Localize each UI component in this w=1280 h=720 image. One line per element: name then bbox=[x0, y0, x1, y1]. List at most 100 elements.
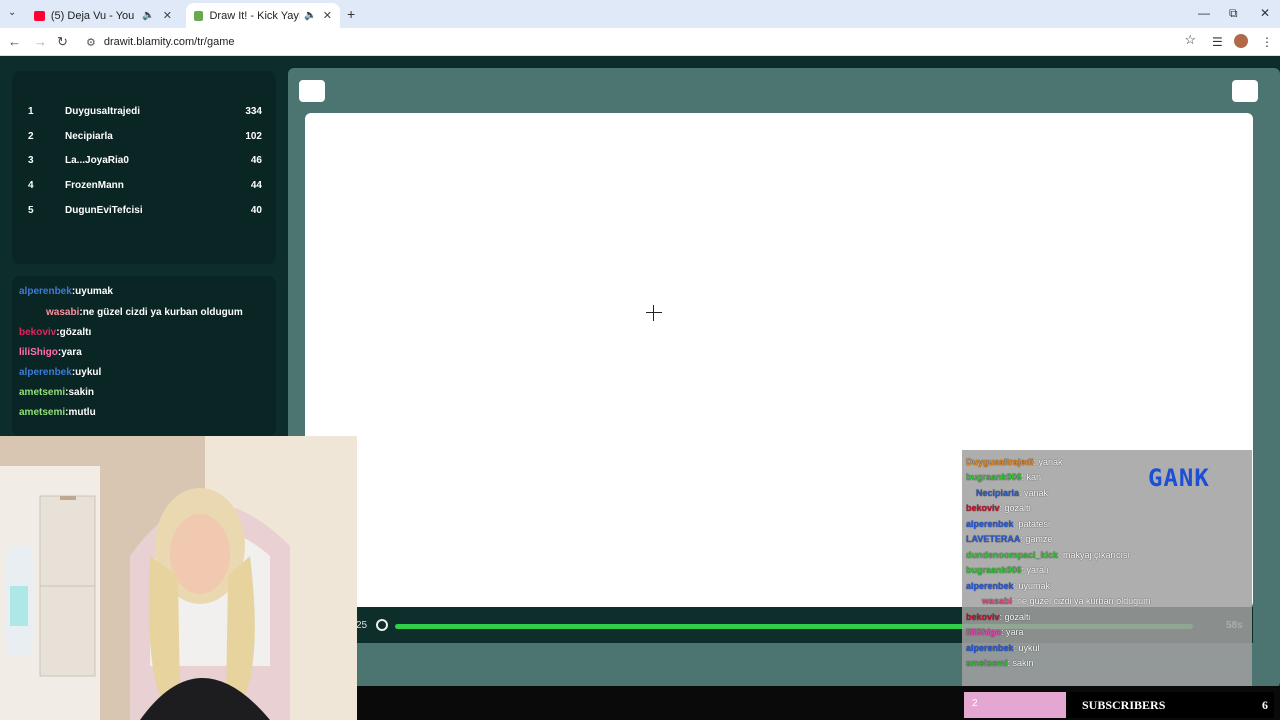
chat-user: bekoviv bbox=[19, 327, 57, 338]
close-window-icon[interactable]: ✕ bbox=[1260, 6, 1270, 20]
url-text: drawit.blamity.com/tr/game bbox=[103, 36, 235, 48]
chat-panel: alperenbek:uyumak wasabi:ne güzel cizdi … bbox=[12, 276, 276, 436]
overlay-user: alperenbek bbox=[966, 581, 1014, 591]
overlay-user: Necipiarla bbox=[976, 488, 1020, 498]
overlay-text: : patatesi bbox=[1013, 519, 1051, 529]
chat-user: ametsemi bbox=[19, 387, 66, 398]
player-name: Necipiarla bbox=[65, 131, 113, 142]
overlay-user: liliShigo bbox=[966, 627, 1001, 637]
menu-dots-icon[interactable]: ⋮ bbox=[1261, 35, 1273, 49]
media-control-icon[interactable]: ☰ bbox=[1212, 35, 1223, 49]
overlay-text: : yanak bbox=[1019, 488, 1049, 498]
overlay-user: bekoviv bbox=[966, 612, 1000, 622]
overlay-user: alperenbek bbox=[966, 643, 1014, 653]
chat-user: alperenbek bbox=[19, 367, 72, 378]
overlay-user: bugraank006 bbox=[966, 472, 1022, 482]
overlay-message: wasabi: ne güzel cizdi ya kurban oldugum bbox=[982, 596, 1151, 606]
tab-drawit[interactable]: Draw It! - Kick Yayınları İçin 🔈 ✕ bbox=[186, 3, 340, 28]
chat-user: liliShigo bbox=[19, 347, 58, 358]
overlay-user: bekoviv bbox=[966, 503, 1000, 513]
speaker-icon[interactable]: 🔈 bbox=[304, 10, 316, 21]
overlay-message: LAVETERAA: gamze bbox=[966, 534, 1052, 544]
leaderboard-row: 4 FrozenMann 44 bbox=[28, 180, 262, 196]
chat-user: alperenbek bbox=[19, 286, 72, 297]
overlay-text: : ne güzel cizdi ya kurban oldugum bbox=[1012, 596, 1151, 606]
back-icon[interactable]: ← bbox=[8, 34, 21, 49]
rank: 1 bbox=[28, 106, 34, 117]
overlay-text: : yaralı bbox=[1021, 565, 1049, 575]
chat-text: :sakin bbox=[65, 387, 95, 398]
chat-message: alperenbek:uyumak bbox=[19, 286, 113, 297]
rank: 3 bbox=[28, 155, 34, 166]
minimize-icon[interactable]: — bbox=[1198, 6, 1210, 20]
site-settings-icon[interactable]: ⚙ bbox=[86, 36, 96, 49]
score: 44 bbox=[250, 180, 262, 191]
board-left-button[interactable] bbox=[299, 80, 325, 102]
speaker-icon[interactable]: 🔈 bbox=[142, 10, 154, 21]
chat-text: :uyumak bbox=[71, 286, 113, 297]
overlay-text: : gözaltı bbox=[999, 503, 1032, 513]
tab-title: (5) Deja Vu - YouTube bbox=[50, 9, 135, 22]
overlay-message: bekoviv: gözaltı bbox=[966, 503, 1031, 513]
overlay-message: dundenoompaci_kick: makyaj çıkarıcısı bbox=[966, 550, 1130, 560]
tab-title: Draw It! - Kick Yayınları İçin bbox=[209, 9, 301, 22]
profile-avatar[interactable] bbox=[1234, 34, 1248, 48]
chat-user: ametsemi bbox=[19, 407, 66, 418]
new-tab-icon[interactable]: + bbox=[347, 6, 355, 22]
overlay-logo: GANK bbox=[1148, 464, 1210, 492]
rank: 4 bbox=[28, 180, 34, 191]
overlay-text: : yanak bbox=[1033, 457, 1063, 467]
player-name: FrozenMann bbox=[65, 180, 124, 191]
close-icon[interactable]: ✕ bbox=[163, 9, 172, 22]
overlay-text: : kan bbox=[1021, 472, 1042, 482]
overlay-user: LAVETERAA bbox=[966, 534, 1021, 544]
rank: 5 bbox=[28, 205, 34, 216]
board-right-button[interactable] bbox=[1232, 80, 1258, 102]
crosshair-icon bbox=[646, 305, 662, 321]
chat-message: liliShigo:yara bbox=[19, 347, 82, 358]
overlay-message: bekoviv: gözaltı bbox=[966, 612, 1031, 622]
overlay-message: Duygusaltrajedi: yanak bbox=[966, 457, 1063, 467]
score: 46 bbox=[250, 155, 262, 166]
close-icon[interactable]: ✕ bbox=[323, 9, 332, 22]
chat-text: :gözaltı bbox=[56, 327, 92, 338]
player-name: La...JoyaRia0 bbox=[65, 155, 129, 166]
overlay-text: : uykul bbox=[1013, 643, 1040, 653]
overlay-text: : sakin bbox=[1007, 658, 1034, 668]
leaderboard-row: 3 La...JoyaRia0 46 bbox=[28, 155, 262, 171]
subscriber-counter: 2 SUBSCRIBERS 6 bbox=[964, 692, 1274, 718]
overlay-text: : gözaltı bbox=[999, 612, 1032, 622]
youtube-icon bbox=[34, 10, 45, 21]
overlay-message: alperenbek: patatesi bbox=[966, 519, 1050, 529]
overlay-message: Necipiarla: yanak bbox=[976, 488, 1048, 498]
leaderboard-row: 5 DugunEviTefcisi 40 bbox=[28, 205, 262, 221]
overlay-user: wasabi bbox=[982, 596, 1013, 606]
overlay-message: alperenbek: uykul bbox=[966, 643, 1040, 653]
score: 40 bbox=[250, 205, 262, 216]
webcam-feed bbox=[0, 436, 357, 720]
overlay-text: : yara bbox=[1001, 627, 1024, 637]
forward-icon[interactable]: → bbox=[34, 34, 47, 49]
chat-message: wasabi:ne güzel cizdi ya kurban oldugum bbox=[46, 307, 243, 318]
score: 334 bbox=[245, 106, 262, 117]
tab-youtube[interactable]: (5) Deja Vu - YouTube 🔈 ✕ bbox=[26, 3, 180, 28]
chat-message: ametsemi:mutlu bbox=[19, 407, 96, 418]
browser-toolbar: ← → ↻ ⚙ drawit.blamity.com/tr/game ☆ ☰ ⋮ bbox=[0, 28, 1280, 56]
overlay-message: alperenbek: uyumak bbox=[966, 581, 1050, 591]
bookmark-star-icon[interactable]: ☆ bbox=[1184, 32, 1196, 48]
leaderboard: 1 DuygusaItrajedi 334 2 Necipiarla 102 3… bbox=[12, 71, 276, 264]
overlay-user: alperenbek bbox=[966, 519, 1014, 529]
chat-message: ametsemi:sakin bbox=[19, 387, 94, 398]
overlay-user: dundenoompaci_kick bbox=[966, 550, 1059, 560]
chat-message: bekoviv:gözaltı bbox=[19, 327, 91, 338]
tab-strip: ⌄ (5) Deja Vu - YouTube 🔈 ✕ Draw It! - K… bbox=[0, 0, 1280, 28]
overlay-text: : uyumak bbox=[1013, 581, 1051, 591]
subscribers-label: SUBSCRIBERS bbox=[1082, 698, 1166, 712]
reload-icon[interactable]: ↻ bbox=[57, 34, 68, 50]
tab-search-chevron-icon[interactable]: ⌄ bbox=[8, 7, 16, 18]
address-bar[interactable]: ⚙ drawit.blamity.com/tr/game ☆ bbox=[86, 32, 1196, 52]
score: 102 bbox=[245, 131, 262, 142]
overlay-user: bugraank006 bbox=[966, 565, 1022, 575]
overlay-text: : makyaj çıkarıcısı bbox=[1058, 550, 1131, 560]
restore-icon[interactable]: ⧉ bbox=[1229, 6, 1238, 21]
